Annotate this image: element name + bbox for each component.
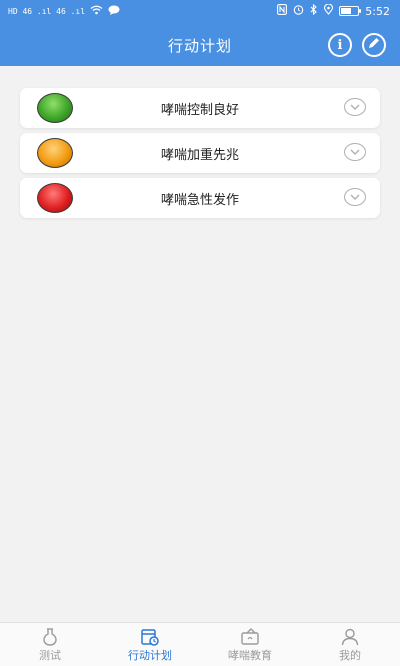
alarm-icon [293, 4, 304, 18]
tab-label: 行动计划 [128, 649, 172, 662]
tab-label: 测试 [39, 649, 61, 662]
education-icon [240, 627, 260, 647]
plan-label: 哮喘控制良好 [160, 103, 239, 118]
wifi-icon [90, 5, 103, 18]
info-button[interactable]: i [328, 33, 352, 57]
tab-profile[interactable]: 我的 [300, 623, 400, 666]
edit-button[interactable] [362, 33, 386, 57]
nfc-icon [277, 4, 288, 18]
status-bar: HD 46 .ıl 46 .ıl 5:52 [0, 0, 400, 24]
tab-education[interactable]: 哮喘教育 [200, 623, 300, 666]
battery-icon [339, 6, 362, 16]
profile-icon [340, 627, 360, 647]
edit-pencil-icon [367, 36, 381, 54]
chevron-down-icon[interactable] [344, 188, 366, 206]
plan-item-warning[interactable]: 哮喘加重先兆 [20, 133, 380, 173]
location-icon [324, 3, 334, 18]
action-plan-list: 哮喘控制良好 哮喘加重先兆 哮喘急性发作 [20, 88, 380, 223]
test-icon [40, 627, 60, 647]
app-header: 行动计划 i [0, 24, 400, 66]
plan-label: 哮喘加重先兆 [160, 148, 239, 163]
chevron-down-icon[interactable] [344, 143, 366, 161]
action-plan-icon [140, 627, 160, 647]
plan-label: 哮喘急性发作 [160, 193, 239, 208]
plan-item-controlled[interactable]: 哮喘控制良好 [20, 88, 380, 128]
plan-item-attack[interactable]: 哮喘急性发作 [20, 178, 380, 218]
tab-test[interactable]: 测试 [0, 623, 100, 666]
chevron-down-icon[interactable] [344, 98, 366, 116]
status-left: HD 46 .ıl 46 .ıl [8, 5, 120, 18]
tab-action-plan[interactable]: 行动计划 [100, 623, 200, 666]
bottom-tab-bar: 测试 行动计划 哮喘教育 我的 [0, 622, 400, 666]
message-icon [108, 5, 120, 18]
app-screen: HD 46 .ıl 46 .ıl 5:52 行动计划 i 哮喘控制良好 哮喘加重… [0, 0, 400, 666]
info-icon: i [337, 37, 343, 53]
status-right: 5:52 [277, 3, 390, 18]
tab-label: 哮喘教育 [228, 649, 272, 662]
signal-text: HD 46 .ıl 46 .ıl [8, 6, 86, 16]
bluetooth-icon [310, 3, 318, 18]
status-time: 5:52 [365, 4, 390, 18]
tab-label: 我的 [339, 649, 361, 662]
